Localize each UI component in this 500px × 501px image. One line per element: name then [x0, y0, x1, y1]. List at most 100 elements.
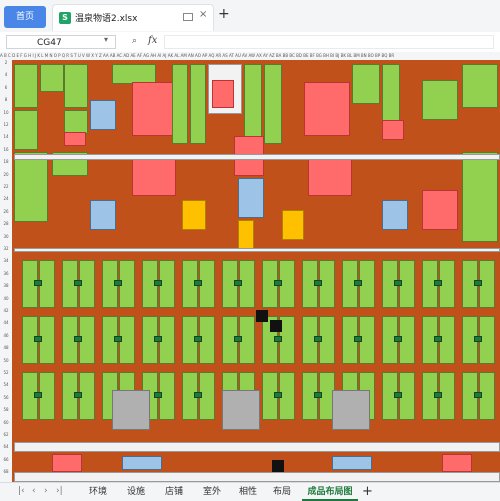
map-block	[314, 336, 322, 342]
name-box[interactable]: CG47	[6, 35, 116, 49]
map-block	[434, 392, 442, 398]
row-number[interactable]: 10	[0, 110, 12, 115]
map-block	[112, 390, 150, 430]
sheet-tab[interactable]: 店铺	[156, 485, 192, 499]
row-number[interactable]: 18	[0, 159, 12, 164]
row-number[interactable]: 2	[0, 60, 12, 65]
map-block	[90, 200, 116, 230]
map-block	[34, 392, 42, 398]
row-number[interactable]: 28	[0, 221, 12, 226]
map-block	[234, 336, 242, 342]
map-block	[90, 100, 116, 130]
row-number[interactable]: 4	[0, 72, 12, 77]
map-block	[234, 280, 242, 286]
next-sheet-icon[interactable]: ›	[44, 486, 48, 496]
row-number[interactable]: 66	[0, 457, 12, 462]
map-block	[314, 392, 322, 398]
function-icon[interactable]: fx	[148, 35, 157, 46]
row-number[interactable]: 56	[0, 395, 12, 400]
map-block	[282, 210, 304, 240]
sheet-tab[interactable]: 室外	[194, 485, 230, 499]
row-number[interactable]: 22	[0, 184, 12, 189]
map-block	[474, 392, 482, 398]
map-block	[422, 190, 458, 230]
row-number[interactable]: 52	[0, 370, 12, 375]
row-number[interactable]: 64	[0, 444, 12, 449]
row-number[interactable]: 6	[0, 85, 12, 90]
row-number[interactable]: 32	[0, 246, 12, 251]
new-tab-button[interactable]: +	[218, 6, 230, 22]
map-block	[194, 336, 202, 342]
map-block	[64, 64, 88, 108]
sheet-tab[interactable]: 环境	[80, 485, 116, 499]
formula-input[interactable]	[164, 35, 494, 49]
map-block	[212, 80, 234, 108]
sheet-tab[interactable]: 布局	[264, 485, 300, 499]
row-number[interactable]: 30	[0, 234, 12, 239]
map-block	[14, 472, 500, 482]
zoom-icon[interactable]: ⌕	[132, 36, 137, 46]
row-number[interactable]: 62	[0, 432, 12, 437]
map-block	[132, 156, 176, 196]
row-number[interactable]: 44	[0, 320, 12, 325]
row-number[interactable]: 12	[0, 122, 12, 127]
file-tab[interactable]: S 温泉物语2.xlsx ×	[52, 4, 214, 31]
row-number[interactable]: 46	[0, 333, 12, 338]
map-block	[64, 132, 86, 146]
row-number[interactable]: 68	[0, 469, 12, 474]
first-sheet-icon[interactable]: |‹	[18, 486, 25, 496]
row-number[interactable]: 50	[0, 358, 12, 363]
map-block	[394, 280, 402, 286]
map-block	[74, 280, 82, 286]
map-block	[274, 392, 282, 398]
row-number[interactable]: 48	[0, 345, 12, 350]
row-number[interactable]: 20	[0, 172, 12, 177]
monitor-icon[interactable]	[183, 13, 193, 21]
map-block	[394, 392, 402, 398]
map-block	[14, 154, 500, 160]
row-number[interactable]: 58	[0, 407, 12, 412]
map-block	[442, 454, 472, 472]
spreadsheet-grid[interactable]: A B C D E F G H I J K L M N O P Q R S T …	[0, 52, 500, 482]
layout-map[interactable]	[12, 60, 500, 482]
prev-sheet-icon[interactable]: ‹	[32, 486, 36, 496]
map-block	[132, 82, 176, 136]
chevron-down-icon[interactable]: ▾	[104, 35, 108, 44]
map-block	[304, 82, 350, 136]
map-block	[394, 336, 402, 342]
row-number[interactable]: 42	[0, 308, 12, 313]
map-block	[354, 336, 362, 342]
sheet-tab[interactable]: 设施	[118, 485, 154, 499]
row-number[interactable]: 60	[0, 420, 12, 425]
row-number[interactable]: 40	[0, 296, 12, 301]
sheet-tab-active[interactable]: 成品布局图	[302, 485, 358, 501]
map-block	[382, 64, 400, 124]
sheet-tab[interactable]: 相性	[230, 485, 266, 499]
map-block	[34, 280, 42, 286]
row-number[interactable]: 38	[0, 283, 12, 288]
map-block	[332, 390, 370, 430]
map-block	[382, 200, 408, 230]
map-block	[308, 156, 352, 196]
map-block	[14, 64, 38, 108]
row-number[interactable]: 26	[0, 209, 12, 214]
map-block	[34, 336, 42, 342]
row-number[interactable]: 54	[0, 382, 12, 387]
map-block	[332, 456, 372, 470]
row-number[interactable]: 24	[0, 196, 12, 201]
last-sheet-icon[interactable]: ›|	[56, 486, 63, 496]
map-block	[274, 280, 282, 286]
home-tab[interactable]: 首页	[4, 6, 46, 28]
formula-bar: CG47 ▾ ⌕ fx	[0, 32, 500, 53]
row-number[interactable]: 16	[0, 147, 12, 152]
row-number[interactable]: 8	[0, 97, 12, 102]
map-block	[64, 110, 88, 134]
row-number[interactable]: 34	[0, 258, 12, 263]
map-block	[314, 280, 322, 286]
map-block	[422, 80, 458, 120]
close-icon[interactable]: ×	[199, 9, 207, 20]
row-number[interactable]: 36	[0, 271, 12, 276]
add-sheet-button[interactable]: +	[362, 484, 373, 499]
row-number[interactable]: 14	[0, 134, 12, 139]
map-block	[256, 310, 268, 322]
